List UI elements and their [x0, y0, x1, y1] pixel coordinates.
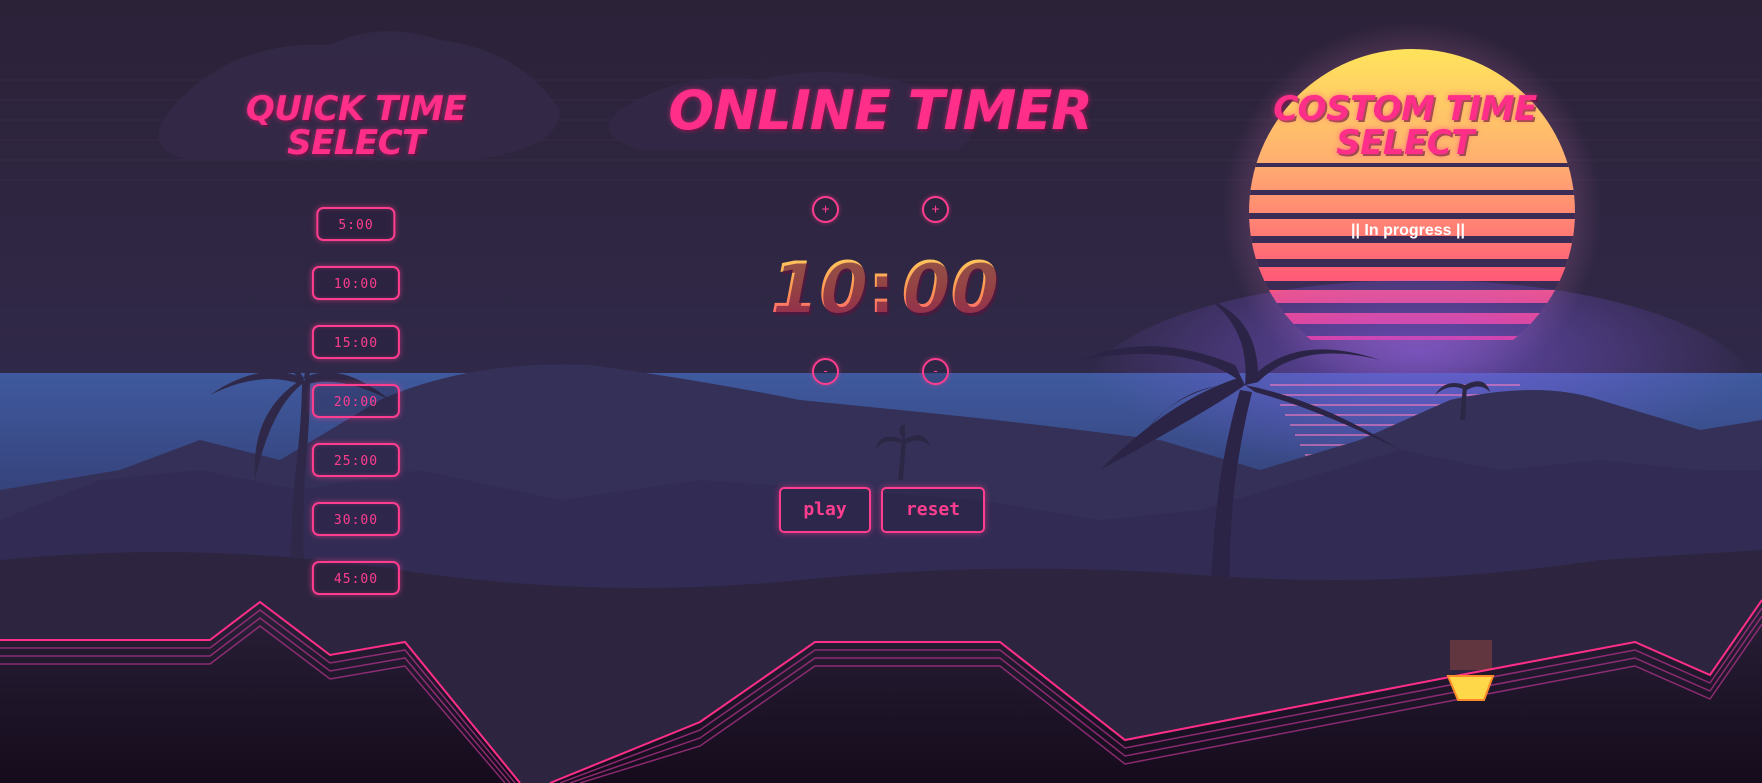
- minutes-decrement-button[interactable]: -: [812, 358, 839, 385]
- seconds-increment-button[interactable]: +: [922, 196, 949, 223]
- preset-25-button[interactable]: 25:00: [311, 443, 401, 477]
- minutes-display: 10: [770, 247, 868, 329]
- seconds-display: 00: [901, 247, 999, 329]
- preset-10-button[interactable]: 10:00: [311, 266, 401, 300]
- time-separator: :: [867, 247, 895, 329]
- minutes-increment-button[interactable]: +: [812, 196, 839, 223]
- play-button[interactable]: play: [779, 487, 871, 533]
- preset-15-button[interactable]: 15:00: [311, 325, 401, 359]
- seconds-decrement-button[interactable]: -: [922, 358, 949, 385]
- preset-20-button[interactable]: 20:00: [311, 384, 401, 418]
- custom-time-select-title: COSTOM TIME SELECT: [1273, 89, 1537, 163]
- preset-30-button[interactable]: 30:00: [311, 502, 401, 536]
- preset-45-button[interactable]: 45:00: [311, 561, 401, 595]
- reset-button[interactable]: reset: [881, 487, 985, 533]
- status-text: || In progress ||: [1351, 222, 1465, 239]
- preset-5-button[interactable]: 5:00: [316, 207, 396, 241]
- app-title: ONLINE TIMER: [668, 79, 1093, 142]
- quick-time-select-title: QUICK TIME SELECT: [245, 89, 467, 163]
